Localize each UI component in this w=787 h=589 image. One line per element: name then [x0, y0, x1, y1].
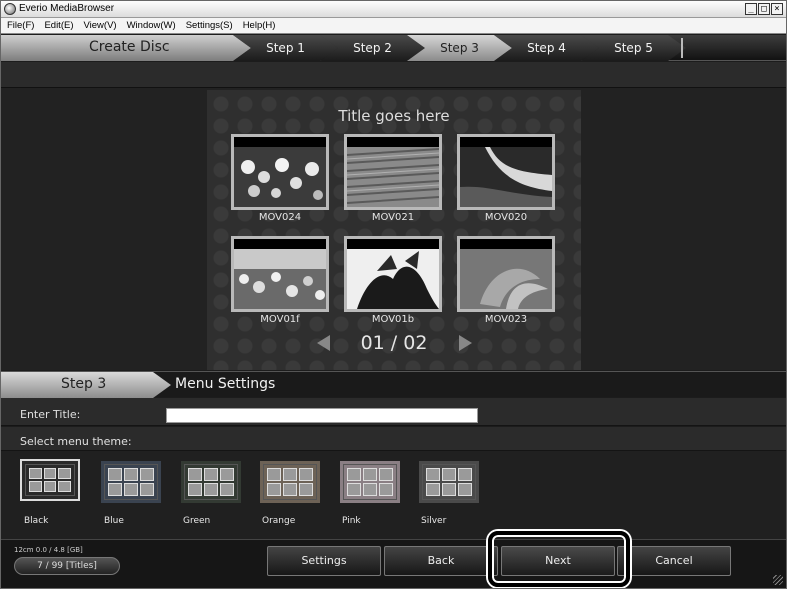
close-button[interactable]: ×: [771, 3, 783, 15]
main-window: Everio MediaBrowser _ □ × File(F) Edit(E…: [0, 0, 787, 589]
theme-silver[interactable]: [419, 461, 479, 503]
thumbnail-1[interactable]: [231, 134, 329, 210]
menu-file[interactable]: File(F): [7, 18, 34, 33]
thumbnail-label-3: MOV020: [484, 212, 528, 223]
cancel-button[interactable]: Cancel: [617, 546, 731, 576]
theme-label-black: Black: [24, 516, 49, 526]
menu-settings[interactable]: Settings(S): [186, 18, 233, 33]
enter-title-label: Enter Title:: [20, 408, 81, 421]
menu-view[interactable]: View(V): [84, 18, 117, 33]
theme-orange[interactable]: [260, 461, 320, 503]
theme-row: Select menu theme:: [1, 427, 786, 451]
titles-counter: 7 / 99 [Titles]: [14, 557, 120, 575]
resize-grip-icon[interactable]: [773, 575, 783, 585]
preview-area: Title goes here MOV024 MOV021 MOV020 MOV…: [1, 88, 786, 370]
flowers-image: [234, 147, 326, 207]
theme-pink[interactable]: [340, 461, 400, 503]
theme-blue[interactable]: [101, 461, 161, 503]
theme-label-green: Green: [183, 516, 211, 526]
page-indicator: 01 / 02: [360, 332, 428, 354]
thumbnail-4[interactable]: [231, 236, 329, 312]
window-controls: _ □ ×: [745, 3, 783, 15]
thumbnail-label-5: MOV01b: [371, 314, 415, 325]
theme-list: Black Blue Green Orange Pink Silver: [1, 451, 786, 539]
theme-label-pink: Pink: [342, 516, 361, 526]
toolbar-band: [1, 62, 786, 88]
thumbnail-3[interactable]: [457, 134, 555, 210]
thumbnail-6[interactable]: [457, 236, 555, 312]
wood-image: [347, 147, 439, 207]
lily-image: [460, 249, 552, 309]
settings-button[interactable]: Settings: [267, 546, 381, 576]
menu-title-preview: Title goes here: [338, 107, 450, 125]
menu-help[interactable]: Help(H): [243, 18, 276, 33]
disc-capacity: 12cm 0.0 / 4.8 [GB]: [14, 546, 83, 554]
settings-step-tab: Step 3: [1, 372, 171, 398]
next-page-arrow-icon[interactable]: [459, 335, 472, 351]
thumbnail-label-1: MOV024: [258, 212, 302, 223]
leaves-image: [347, 249, 439, 309]
theme-label-silver: Silver: [421, 516, 447, 526]
window-title: Everio MediaBrowser: [19, 3, 115, 14]
menu-bar: File(F) Edit(E) View(V) Window(W) Settin…: [1, 18, 786, 34]
menu-edit[interactable]: Edit(E): [44, 18, 73, 33]
maximize-button[interactable]: □: [758, 3, 770, 15]
title-bar: Everio MediaBrowser _ □ ×: [1, 1, 786, 18]
wizard-title: Create Disc: [1, 35, 251, 61]
select-theme-label: Select menu theme:: [20, 435, 132, 448]
minimize-button[interactable]: _: [745, 3, 757, 15]
waterfall-image: [460, 147, 552, 207]
theme-label-orange: Orange: [262, 516, 296, 526]
thumbnail-2[interactable]: [344, 134, 442, 210]
settings-header: Step 3 Menu Settings: [1, 371, 786, 398]
app-icon: [4, 3, 16, 15]
next-button-highlight: [488, 531, 630, 587]
thumbnail-label-2: MOV021: [371, 212, 415, 223]
flower-field-image: [234, 249, 326, 309]
thumbnail-label-4: MOV01f: [260, 314, 300, 325]
settings-section-title: Menu Settings: [175, 376, 276, 392]
wizard-step-bar: Create Disc Step 1 Step 2 Step 3 Step 4 …: [1, 35, 786, 61]
thumbnail-5[interactable]: [344, 236, 442, 312]
back-button[interactable]: Back: [384, 546, 498, 576]
theme-label-blue: Blue: [104, 516, 124, 526]
thumbnail-label-6: MOV023: [484, 314, 528, 325]
menu-window[interactable]: Window(W): [127, 18, 176, 33]
menu-preview: Title goes here MOV024 MOV021 MOV020 MOV…: [207, 90, 581, 370]
theme-black[interactable]: [20, 459, 80, 501]
step-bar-end: [681, 38, 683, 58]
title-input[interactable]: [166, 408, 478, 423]
theme-green[interactable]: [181, 461, 241, 503]
